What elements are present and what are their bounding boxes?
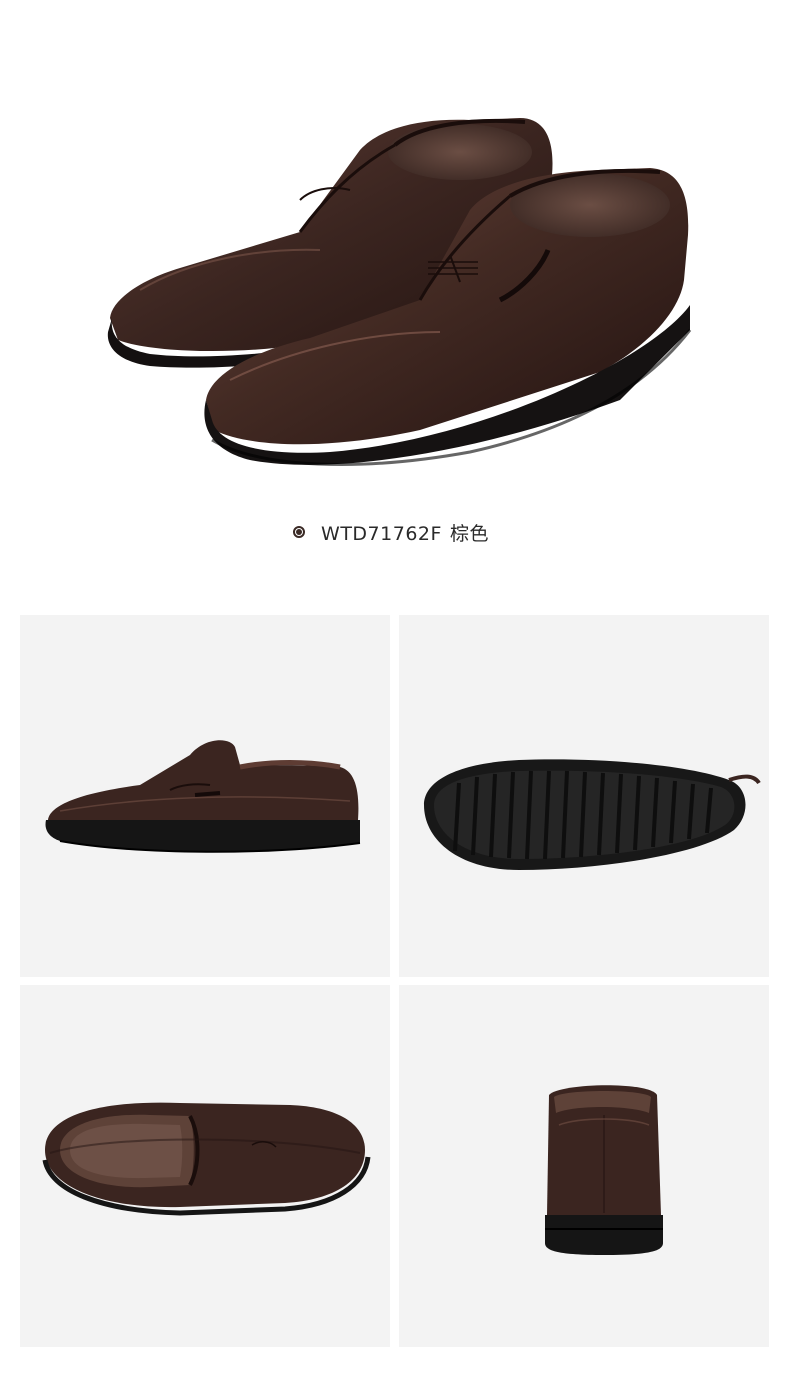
rear-view-icon xyxy=(545,1085,663,1255)
color-swatch-dot xyxy=(296,529,303,535)
variant-text: WTD71762F 棕色 xyxy=(321,519,497,546)
gallery-panel-top[interactable] xyxy=(20,985,390,1347)
gallery-panel-rear[interactable] xyxy=(399,985,769,1347)
gallery-panel-side[interactable] xyxy=(20,615,390,977)
variant-color-name: 棕色 xyxy=(449,522,489,545)
hero-image xyxy=(0,0,790,500)
color-swatch[interactable] xyxy=(293,526,306,538)
shoe-pair-angled-icon xyxy=(107,118,692,466)
gallery-panel-sole[interactable] xyxy=(399,615,769,977)
top-view-icon xyxy=(42,1102,371,1216)
sole-view-icon xyxy=(424,759,761,870)
variant-label: WTD71762F 棕色 xyxy=(0,512,790,552)
variant-code: WTD71762F xyxy=(321,522,442,545)
side-view-icon xyxy=(45,740,361,853)
